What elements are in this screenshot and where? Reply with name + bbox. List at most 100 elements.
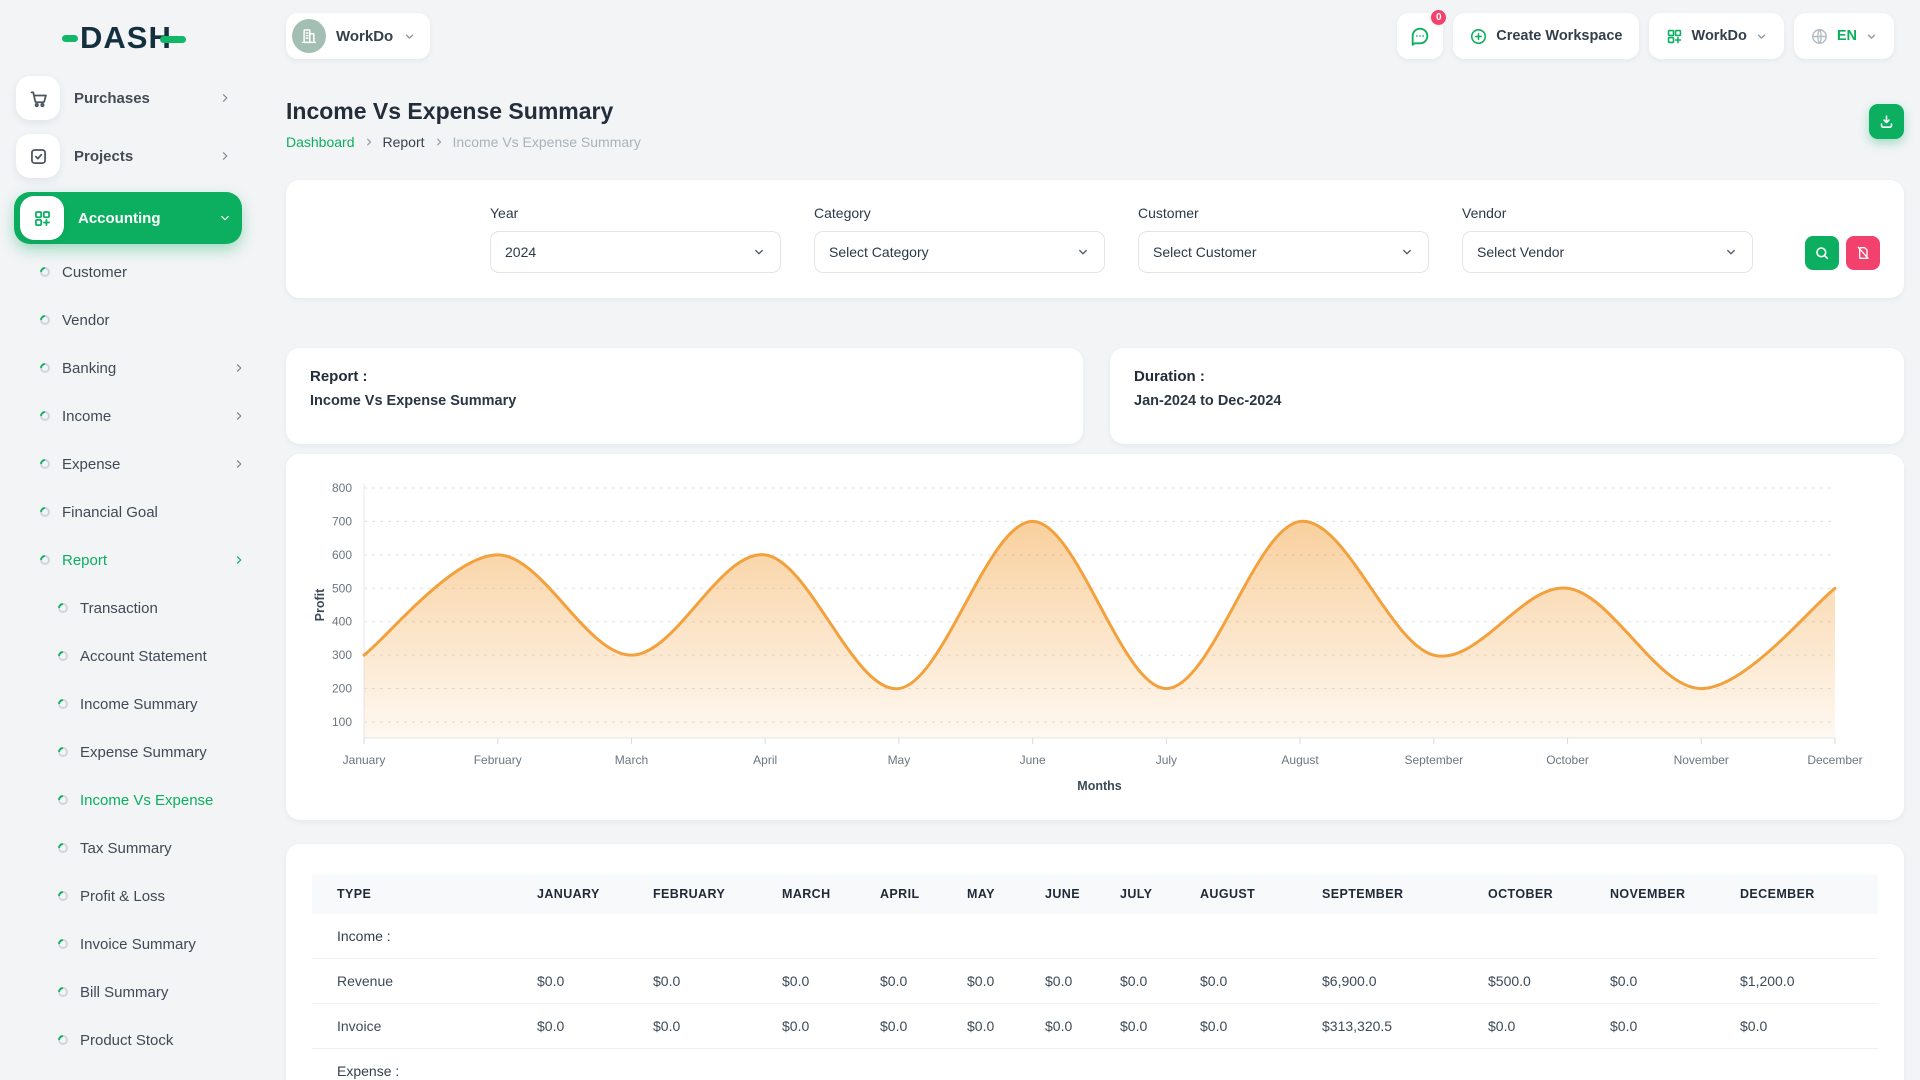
cell-value: $0.0 (1120, 959, 1200, 1004)
sidebar-item-transaction[interactable]: Transaction (0, 584, 256, 632)
year-select[interactable]: 2024 (490, 231, 781, 273)
sidebar-item-customer[interactable]: Customer (0, 248, 256, 296)
cell-value: $0.0 (782, 1004, 880, 1049)
modules-icon (20, 196, 64, 240)
reset-filter-button[interactable] (1846, 236, 1880, 270)
chevron-right-icon (363, 136, 375, 148)
workspace-avatar (292, 19, 326, 53)
bullet-icon (38, 457, 52, 471)
duration-card-title: Duration : (1134, 368, 1880, 385)
svg-text:Profit: Profit (313, 588, 327, 621)
brand-logo-text: DASH (80, 20, 172, 56)
workspace-switcher[interactable]: WorkDo (286, 13, 430, 59)
column-header-april: APRIL (880, 874, 967, 914)
chevron-down-icon (1755, 30, 1768, 43)
apply-filter-button[interactable] (1805, 236, 1839, 270)
table-section-row-income: Income : (312, 914, 1878, 959)
cell-value: $0.0 (1045, 1004, 1120, 1049)
duration-card-value: Jan-2024 to Dec-2024 (1134, 393, 1880, 409)
category-label: Category (814, 205, 1105, 221)
vendor-select[interactable]: Select Vendor (1462, 231, 1753, 273)
column-header-type: TYPE (312, 874, 537, 914)
sidebar-item-tax-summary[interactable]: Tax Summary (0, 824, 256, 872)
chevron-down-icon (1865, 30, 1878, 43)
sidebar-item-label: Report (62, 552, 232, 569)
language-code: EN (1837, 28, 1857, 44)
globe-icon (1810, 27, 1829, 46)
customer-select[interactable]: Select Customer (1138, 231, 1429, 273)
bullet-icon (56, 649, 70, 663)
sidebar-item-bill-summary[interactable]: Bill Summary (0, 968, 256, 1016)
sidebar-item-projects[interactable]: Projects (16, 134, 242, 178)
report-table: TYPEJANUARYFEBRUARYMARCHAPRILMAYJUNEJULY… (312, 874, 1878, 1080)
sidebar-item-product-stock[interactable]: Product Stock (0, 1016, 256, 1064)
sidebar-item-expense-summary[interactable]: Expense Summary (0, 728, 256, 776)
svg-text:October: October (1546, 753, 1589, 767)
sidebar-item-label: Vendor (62, 312, 256, 329)
sidebar-item-accounting[interactable]: Accounting (14, 192, 242, 244)
cell-value: $500.0 (1488, 959, 1610, 1004)
sidebar-item-income-vs-expense[interactable]: Income Vs Expense (0, 776, 256, 824)
sidebar: DASH Purchases Projects Accounting Customer… (0, 0, 256, 1080)
column-header-september: SEPTEMBER (1322, 874, 1488, 914)
sidebar-item-expense[interactable]: Expense (0, 440, 256, 488)
chev-d (218, 211, 232, 225)
column-header-july: JULY (1120, 874, 1200, 914)
row-type: Invoice (312, 1004, 537, 1049)
column-header-january: JANUARY (537, 874, 653, 914)
building-icon (300, 27, 318, 45)
cell-value: $0.0 (1610, 959, 1740, 1004)
sidebar-item-income-summary[interactable]: Income Summary (0, 680, 256, 728)
svg-text:400: 400 (332, 615, 352, 629)
sidebar-item-report[interactable]: Report (0, 536, 256, 584)
cell-value: $6,900.0 (1322, 959, 1488, 1004)
chevron-down-icon (1724, 245, 1738, 259)
sidebar-item-banking[interactable]: Banking (0, 344, 256, 392)
chev-r (218, 91, 232, 105)
sidebar-item-label: Customer (62, 264, 256, 281)
breadcrumb-item-report[interactable]: Report (383, 134, 425, 150)
column-header-november: NOVEMBER (1610, 874, 1740, 914)
column-header-june: JUNE (1045, 874, 1120, 914)
sidebar-item-label: Accounting (78, 210, 218, 227)
sidebar-item-invoice-summary[interactable]: Invoice Summary (0, 920, 256, 968)
svg-text:600: 600 (332, 548, 352, 562)
messages-button[interactable]: 0 (1397, 13, 1443, 59)
create-workspace-button[interactable]: Create Workspace (1453, 13, 1638, 59)
sidebar-item-profit-loss[interactable]: Profit & Loss (0, 872, 256, 920)
column-header-february: FEBRUARY (653, 874, 782, 914)
row-type: Revenue (312, 959, 537, 1004)
sidebar-item-cash-flow[interactable]: Cash Flow (0, 1064, 256, 1080)
report-table-card: TYPEJANUARYFEBRUARYMARCHAPRILMAYJUNEJULY… (286, 844, 1904, 1080)
sidebar-item-label: Bill Summary (80, 984, 256, 1001)
sidebar-item-account-statement[interactable]: Account Statement (0, 632, 256, 680)
cell-value: $0.0 (967, 1004, 1045, 1049)
cell-value: $0.0 (1488, 1004, 1610, 1049)
language-selector[interactable]: EN (1794, 13, 1894, 59)
tasks-icon (28, 146, 49, 167)
breadcrumb-item-dashboard[interactable]: Dashboard (286, 134, 355, 150)
category-select[interactable]: Select Category (814, 231, 1105, 273)
cell-value: $0.0 (1200, 959, 1322, 1004)
sidebar-item-financial-goal[interactable]: Financial Goal (0, 488, 256, 536)
sidebar-item-label: Projects (74, 148, 218, 165)
cell-value: $0.0 (1740, 1004, 1878, 1049)
chart-card: 800700600500400300200100JanuaryFebruaryM… (286, 454, 1904, 820)
chevron-right-icon (433, 136, 445, 148)
workdo-menu-button[interactable]: WorkDo (1649, 13, 1784, 59)
sidebar-item-income[interactable]: Income (0, 392, 256, 440)
sidebar-item-vendor[interactable]: Vendor (0, 296, 256, 344)
sidebar-item-purchases[interactable]: Purchases (16, 76, 242, 120)
download-button[interactable] (1869, 104, 1904, 139)
cell-value: $1,200.0 (1740, 959, 1878, 1004)
income-vs-expense-table: TYPEJANUARYFEBRUARYMARCHAPRILMAYJUNEJULY… (312, 874, 1878, 1080)
brand-logo[interactable]: DASH (0, 0, 256, 76)
customer-label: Customer (1138, 205, 1429, 221)
sidebar-item-label: Purchases (74, 90, 218, 107)
column-header-october: OCTOBER (1488, 874, 1610, 914)
sidebar-item-label: Profit & Loss (80, 888, 256, 905)
sidebar-item-label: Financial Goal (62, 504, 256, 521)
chevron-down-icon (1400, 245, 1414, 259)
cart-icon (16, 76, 60, 120)
sidebar-item-label: Tax Summary (80, 840, 256, 857)
